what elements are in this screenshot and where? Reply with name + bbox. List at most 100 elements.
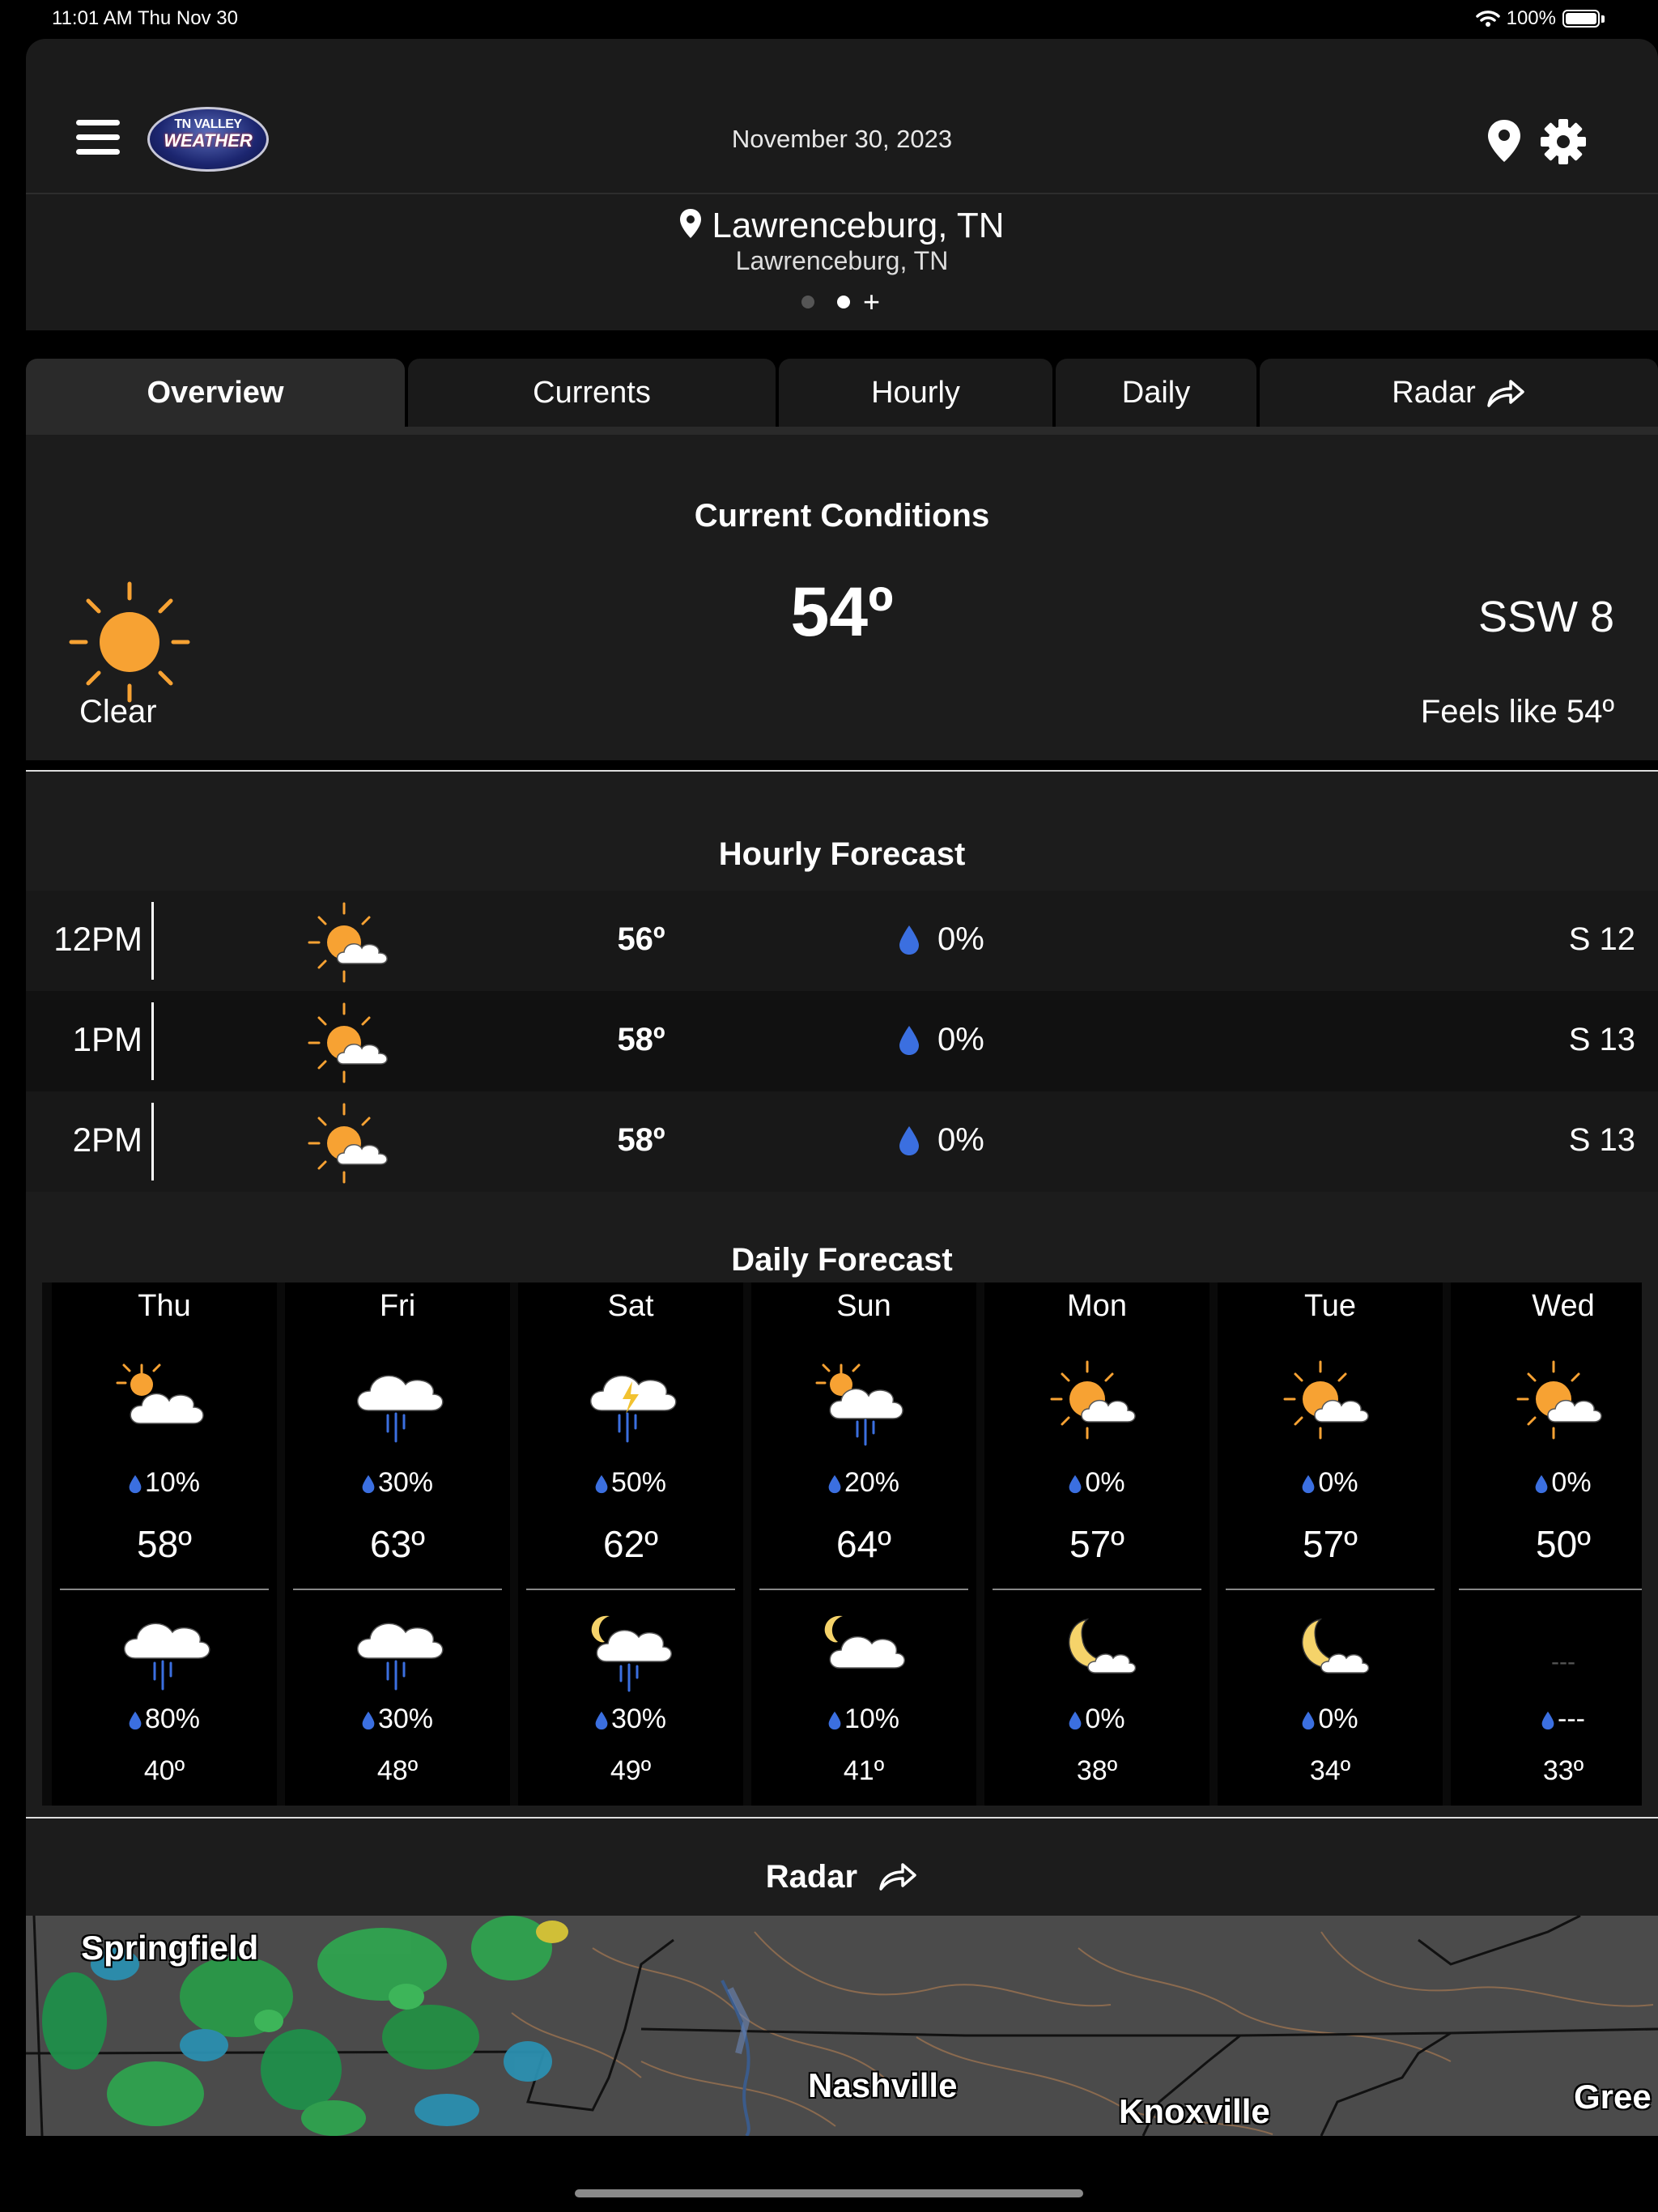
status-time-date: 11:01 AM Thu Nov 30 <box>52 7 238 29</box>
partly-cloudy-icon <box>308 1002 388 1083</box>
current-conditions-panel: Current Conditions 54º SSW 8 Clear Feels… <box>26 435 1658 760</box>
partly-cloudy-icon <box>1283 1360 1369 1440</box>
day-precip-value: 0% <box>1085 1467 1125 1498</box>
tab-currents[interactable]: Currents <box>408 359 776 427</box>
night-precip-value: --- <box>1558 1704 1585 1734</box>
wifi-icon <box>1475 11 1500 27</box>
precip-drop-icon <box>1536 1474 1548 1494</box>
partly-cloudy-icon <box>1050 1360 1136 1440</box>
day-high: 57º <box>1303 1523 1358 1565</box>
settings-gear-icon[interactable] <box>1540 118 1587 165</box>
rain-icon <box>124 1623 210 1691</box>
precip-drop-icon <box>1303 1711 1315 1730</box>
tab-radar[interactable]: Radar <box>1260 359 1658 427</box>
day-low: 49º <box>610 1755 652 1786</box>
day-precip-value: 0% <box>1551 1467 1592 1498</box>
daily-column[interactable]: Mon 0% 57º 0% 38º <box>984 1283 1209 1806</box>
current-condition: Clear <box>79 694 157 730</box>
location-selector[interactable]: Lawrenceburg, TN <box>26 206 1658 246</box>
day-high: 57º <box>1069 1523 1124 1565</box>
precip-drop-icon <box>899 1126 919 1155</box>
tab-daily[interactable]: Daily <box>1056 359 1256 427</box>
daily-column[interactable]: Sun 20% 64º 10% 41º <box>751 1283 976 1806</box>
day-name: Mon <box>1067 1289 1127 1323</box>
night-precip: 30% <box>518 1704 743 1735</box>
radar-title: Radar <box>765 1859 858 1895</box>
night-precip: 0% <box>1218 1704 1443 1735</box>
location-pin-icon <box>680 209 702 238</box>
tab-radar-label: Radar <box>1392 375 1476 410</box>
hourly-row[interactable]: 12PM 56º 0% S 12 <box>26 891 1658 991</box>
precip-drop-icon <box>595 1474 608 1494</box>
hourly-time-divider <box>151 1103 154 1180</box>
precip-drop-icon <box>828 1474 841 1494</box>
daily-column[interactable]: Thu 10% 58º 80% 40º <box>52 1283 277 1806</box>
night-precip-value: 80% <box>144 1704 201 1734</box>
current-wind: SSW 8 <box>1477 593 1614 641</box>
header-date: November 30, 2023 <box>731 125 953 153</box>
night-precip-value: 10% <box>844 1704 900 1734</box>
page-dot[interactable] <box>801 296 814 308</box>
radar-title-link[interactable]: Radar <box>26 1859 1658 1895</box>
precip-drop-icon <box>1069 1474 1082 1494</box>
day-low: 34º <box>1309 1755 1351 1786</box>
daily-column[interactable]: Tue 0% 57º 0% 34º <box>1218 1283 1443 1806</box>
hourly-precip: 0% <box>937 1122 984 1158</box>
day-high: 50º <box>1536 1523 1591 1565</box>
home-indicator[interactable] <box>575 2189 1083 2197</box>
hourly-row[interactable]: 2PM 58º 0% S 13 <box>26 1091 1658 1192</box>
header-divider <box>26 193 1658 194</box>
current-conditions-title: Current Conditions <box>694 498 990 534</box>
day-name: Wed <box>1532 1289 1595 1323</box>
day-night-divider <box>759 1589 968 1590</box>
battery-percent: 100% <box>1506 7 1556 29</box>
map-city-label: Springfield <box>81 1929 259 1967</box>
daily-forecast-scroller[interactable]: Thu 10% 58º 80% 40º Fri 30% 63º 30% 48º … <box>42 1283 1642 1806</box>
hourly-row[interactable]: 1PM 58º 0% S 13 <box>26 991 1658 1091</box>
precip-drop-icon <box>899 925 919 955</box>
map-city-label: Gree <box>1574 2078 1652 2116</box>
day-name: Sun <box>836 1289 891 1323</box>
location-page-dots[interactable]: + <box>801 287 880 317</box>
moon-cloud-icon <box>1068 1618 1137 1674</box>
radar-map[interactable]: Springfield Nashville Knoxville Gree <box>26 1916 1658 2136</box>
add-location-button[interactable]: + <box>863 287 880 317</box>
hourly-temp: 58º <box>617 1122 665 1158</box>
precip-drop-icon <box>595 1711 608 1730</box>
night-precip-value: 0% <box>1318 1704 1358 1734</box>
precip-drop-icon <box>129 1711 142 1730</box>
day-precip: 0% <box>1451 1467 1642 1499</box>
precip-drop-icon <box>1303 1474 1315 1494</box>
partly-cloudy-icon <box>1516 1360 1602 1440</box>
daily-forecast-title: Daily Forecast <box>731 1242 953 1278</box>
night-precip-value: 0% <box>1085 1704 1125 1734</box>
day-name: Thu <box>138 1289 191 1323</box>
hourly-time: 1PM <box>72 1020 142 1058</box>
day-night-divider <box>1226 1589 1435 1590</box>
rain-icon <box>357 1375 444 1443</box>
battery-tip <box>1601 15 1605 23</box>
day-precip-value: 10% <box>144 1467 201 1498</box>
day-precip: 0% <box>984 1467 1209 1499</box>
daily-column[interactable]: Fri 30% 63º 30% 48º <box>285 1283 510 1806</box>
location-pin-icon[interactable] <box>1486 118 1522 164</box>
day-precip-value: 0% <box>1318 1467 1358 1498</box>
hourly-time-divider <box>151 1002 154 1080</box>
share-arrow-icon <box>1487 380 1524 407</box>
tab-overview[interactable]: Overview <box>26 359 405 427</box>
day-night-divider <box>993 1589 1201 1590</box>
night-rain-icon <box>591 1615 672 1692</box>
precip-drop-icon <box>1069 1711 1082 1730</box>
tab-hourly[interactable]: Hourly <box>779 359 1052 427</box>
hourly-forecast-title: Hourly Forecast <box>718 836 966 872</box>
precip-drop-icon <box>899 1026 919 1055</box>
page-dot-active[interactable] <box>837 296 850 308</box>
hourly-temp: 58º <box>617 1022 665 1057</box>
hourly-forecast-panel: Hourly Forecast 12PM 56º 0% S 12 1PM 58º… <box>26 772 1658 1193</box>
day-precip: 30% <box>285 1467 510 1499</box>
day-low: 40º <box>143 1755 185 1786</box>
partly-cloudy-icon <box>308 902 388 983</box>
night-precip: 80% <box>52 1704 277 1735</box>
daily-column[interactable]: Wed 0% 50º --- --- 33º <box>1451 1283 1642 1806</box>
daily-column[interactable]: Sat 50% 62º 30% 49º <box>518 1283 743 1806</box>
